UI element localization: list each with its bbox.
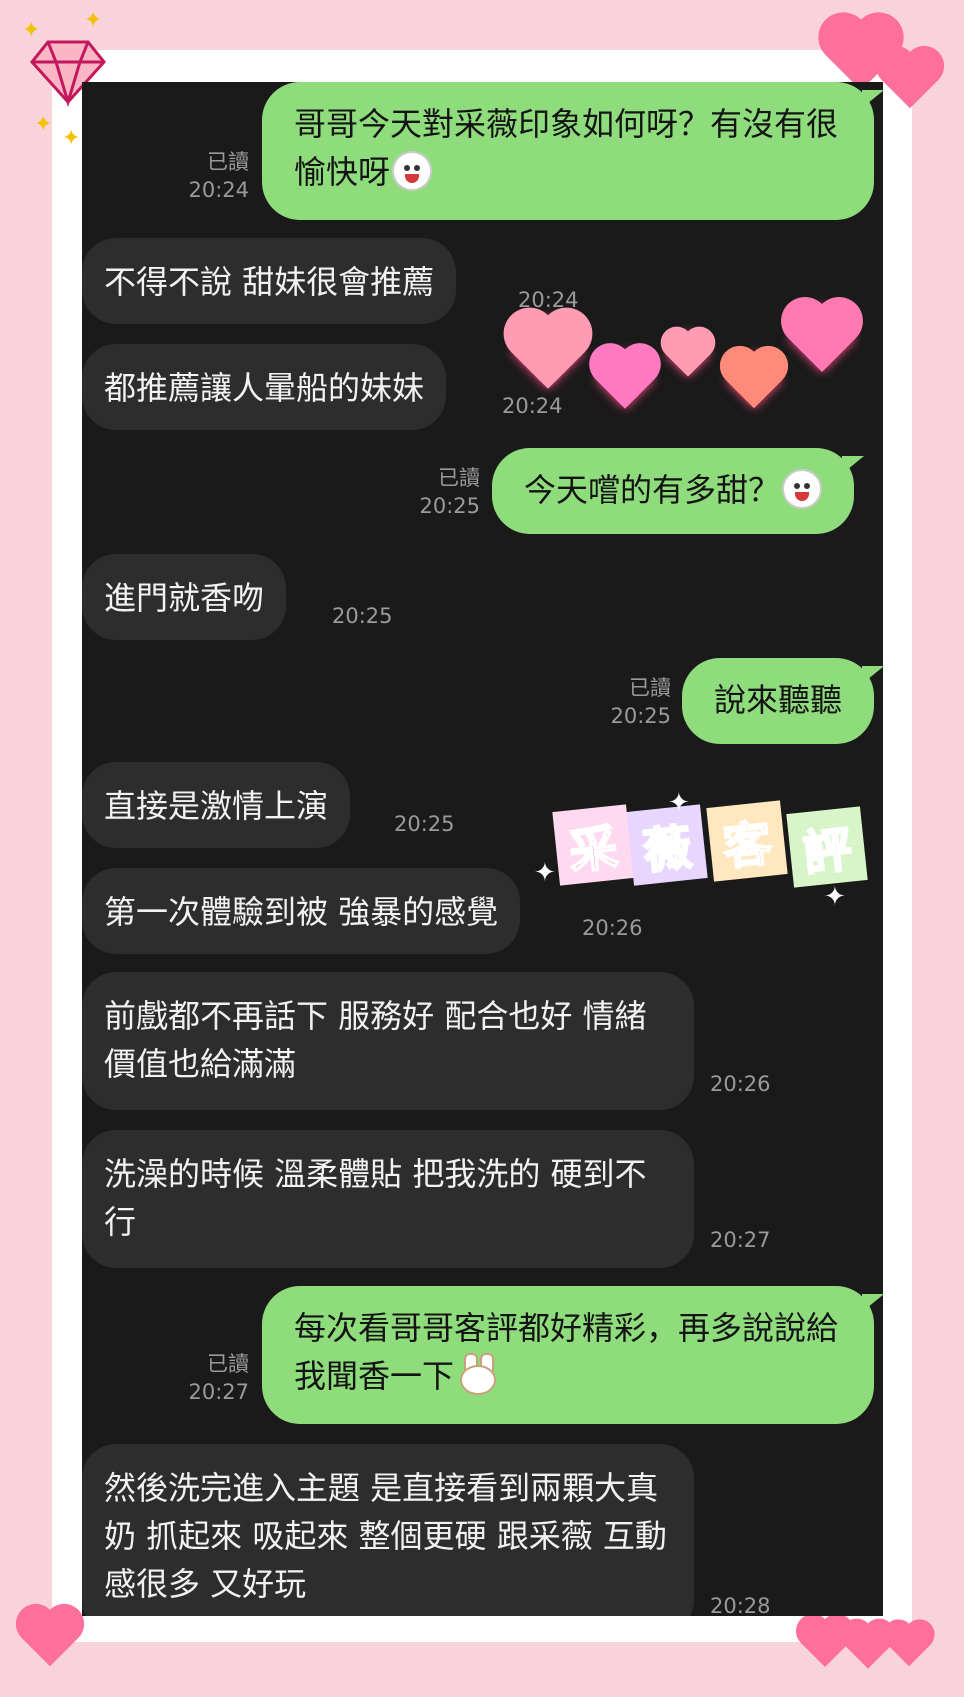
sparkle-icon: ✦: [534, 858, 556, 888]
smirk-face-icon: [782, 469, 823, 509]
incoming-message[interactable]: 進門就香吻: [82, 554, 287, 640]
sparkle-icon: ✦: [824, 882, 846, 912]
read-receipt: 已讀 20:25: [419, 466, 480, 518]
message-time: 20:25: [332, 604, 393, 628]
heart-icon: [725, 351, 783, 409]
read-receipt: 已讀 20:25: [610, 676, 671, 728]
message-text: 第一次體驗到被 強暴的感覺: [104, 893, 499, 931]
rabbit-face-icon: [458, 1353, 498, 1397]
message-text: 不得不說 甜妹很會推薦: [104, 263, 435, 301]
read-receipt: 已讀 20:24: [188, 150, 249, 202]
sparkle-icon: ✦: [668, 788, 690, 818]
incoming-message[interactable]: 然後洗完進入主題 是直接看到兩顆大真奶 抓起來 吸起來 整個更硬 跟采薇 互動感…: [82, 1444, 694, 1616]
incoming-message[interactable]: 第一次體驗到被 強暴的感覺: [82, 868, 521, 954]
message-text: 直接是激情上演: [104, 787, 329, 825]
star-icon: ✦: [84, 8, 103, 33]
incoming-message[interactable]: 前戲都不再話下 服務好 配合也好 情緒價值也給滿滿: [82, 972, 694, 1110]
incoming-message[interactable]: 都推薦讓人暈船的妹妹: [82, 344, 447, 430]
incoming-message[interactable]: 洗澡的時候 溫柔體貼 把我洗的 硬到不行: [82, 1130, 694, 1268]
heart-icon: [511, 315, 585, 389]
star-icon: ✦: [34, 112, 53, 137]
sticker-char: 客: [706, 800, 788, 882]
message-text: 說來聽聽: [714, 681, 843, 719]
message-text: 哥哥今天對采薇印象如何呀？有沒有很愉快呀: [294, 105, 839, 191]
message-text: 然後洗完進入主題 是直接看到兩顆大真奶 抓起來 吸起來 整個更硬 跟采薇 互動感…: [104, 1469, 667, 1603]
message-text: 進門就香吻: [104, 579, 265, 617]
message-text: 每次看哥哥客評都好精彩，再多說說給我聞香一下: [294, 1309, 839, 1395]
heart-icon: [788, 304, 856, 372]
message-text: 都推薦讓人暈船的妹妹: [104, 369, 425, 407]
message-time: 20:28: [710, 1594, 771, 1616]
heart-icon: [887, 1623, 931, 1667]
heart-icon: [665, 331, 711, 377]
heart-icon: [595, 349, 655, 409]
read-receipt: 已讀 20:27: [188, 1352, 249, 1404]
message-text: 前戲都不再話下 服務好 配合也好 情緒價值也給滿滿: [104, 997, 647, 1083]
message-text: 洗澡的時候 溫柔體貼 把我洗的 硬到不行: [104, 1155, 647, 1241]
outgoing-message[interactable]: 哥哥今天對采薇印象如何呀？有沒有很愉快呀: [262, 82, 883, 220]
message-time: 20:24: [502, 394, 563, 418]
message-time: 20:26: [710, 1072, 771, 1096]
sticker-char: 采: [552, 804, 634, 886]
message-time: 20:27: [710, 1228, 771, 1252]
incoming-message[interactable]: 直接是激情上演: [82, 762, 351, 848]
sticker-char: 薇: [626, 804, 708, 886]
incoming-message[interactable]: 不得不說 甜妹很會推薦: [82, 238, 457, 324]
chat-screen[interactable]: 已讀 20:24 哥哥今天對采薇印象如何呀？有沒有很愉快呀 不得不說 甜妹很會推薦…: [82, 82, 883, 1616]
star-icon: ✦: [22, 18, 41, 43]
star-icon: ✦: [62, 126, 81, 151]
outgoing-message[interactable]: 每次看哥哥客評都好精彩，再多說說給我聞香一下: [262, 1286, 883, 1424]
outgoing-message[interactable]: 今天嚐的有多甜？: [492, 448, 865, 534]
message-time: 20:26: [582, 916, 643, 940]
heart-icon: [21, 1609, 79, 1667]
laughing-face-icon: [392, 151, 433, 191]
message-text: 今天嚐的有多甜？: [524, 471, 781, 509]
sticker-char: 評: [786, 806, 868, 888]
message-time: 20:25: [394, 812, 455, 836]
outgoing-message[interactable]: 說來聽聽: [682, 658, 883, 744]
